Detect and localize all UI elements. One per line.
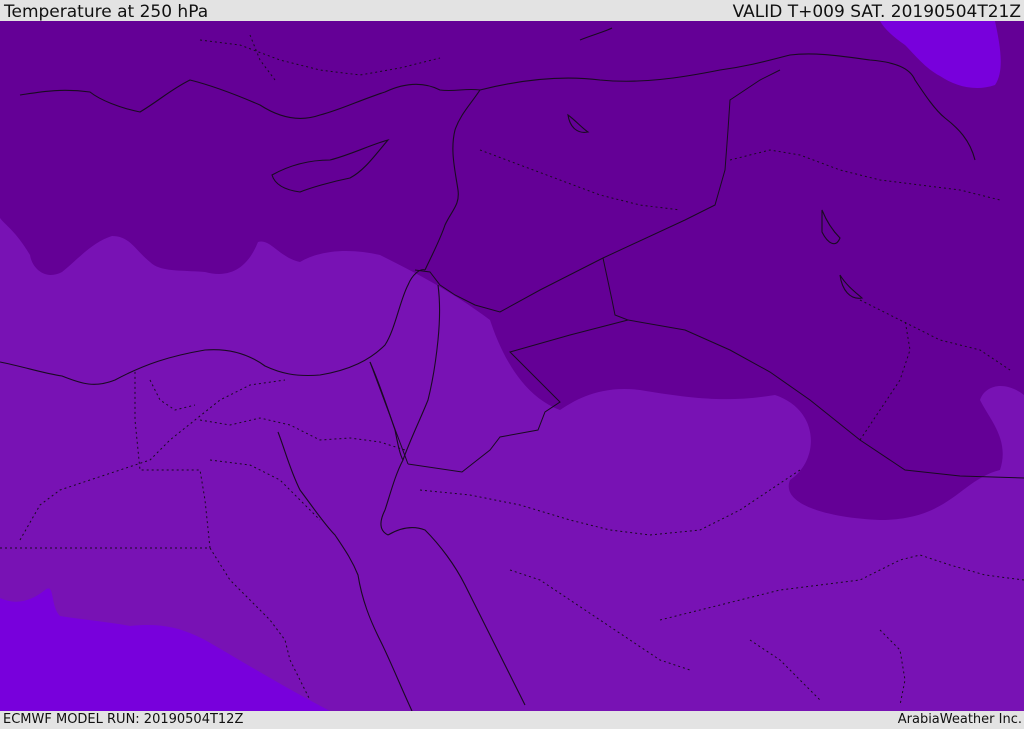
map-title: Temperature at 250 hPa [4,2,209,22]
header-bar: Temperature at 250 hPa VALID T+009 SAT. … [0,0,1024,22]
footer-bar: ECMWF MODEL RUN: 20190504T12Z ArabiaWeat… [0,711,1024,729]
provider-credit: ArabiaWeather Inc. [897,712,1022,727]
valid-time-label: VALID T+009 SAT. 20190504T21Z [732,2,1021,22]
model-run-label: ECMWF MODEL RUN: 20190504T12Z [3,712,244,727]
temperature-shading [0,21,1024,711]
weather-map[interactable] [0,21,1024,711]
